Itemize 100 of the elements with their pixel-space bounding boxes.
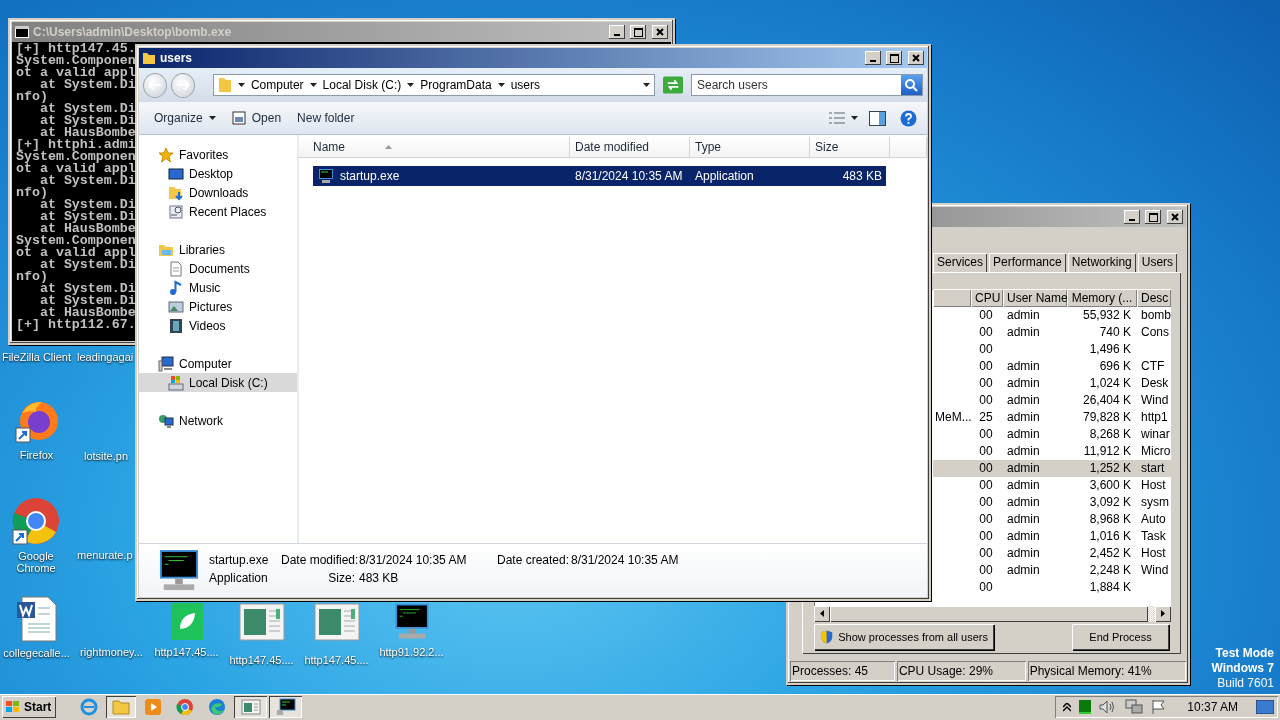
process-row[interactable]: 00 admin 8,968 K Auto <box>933 510 1171 528</box>
table-cell-text: 3,092 K <box>1088 493 1132 511</box>
process-row[interactable]: MeM... 25 admin 79,828 K http1 <box>933 408 1171 426</box>
maximize-button[interactable] <box>630 25 646 39</box>
folder-icon <box>142 51 156 65</box>
nav-item[interactable]: Favorites <box>139 145 297 164</box>
process-row[interactable]: 00 1,884 K <box>933 578 1171 596</box>
nav-item[interactable]: Videos <box>139 316 297 335</box>
table-cell-text: admin <box>1006 510 1041 528</box>
taskbar-button[interactable] <box>234 696 267 718</box>
start-button[interactable]: Start <box>2 696 56 718</box>
minimize-button[interactable] <box>1124 210 1140 224</box>
status-text: CPU Usage: 29% <box>896 661 1026 681</box>
table-cell-text: 2,248 K <box>1088 561 1132 579</box>
process-row[interactable]: 00 admin 740 K Cons <box>933 323 1171 341</box>
dropdown-caret-icon <box>642 83 650 87</box>
column-header[interactable]: Name <box>299 137 570 158</box>
search-box[interactable]: Search users <box>690 74 923 96</box>
breadcrumb-item[interactable]: Computer <box>250 78 304 92</box>
nav-item[interactable]: Music <box>139 278 297 297</box>
nav-item[interactable]: Libraries <box>139 240 297 259</box>
tab[interactable]: Users <box>1137 253 1178 272</box>
maximize-icon <box>889 53 899 63</box>
process-row[interactable]: 00 admin 3,092 K sysm <box>933 493 1171 511</box>
nav-item[interactable]: Network <box>139 411 297 430</box>
process-row[interactable]: 00 admin 11,912 K Micro <box>933 442 1171 460</box>
disk-drive-icon <box>168 374 184 391</box>
flag-icon[interactable] <box>1151 699 1168 715</box>
clock[interactable]: 10:37 AM <box>1187 700 1238 714</box>
close-button[interactable] <box>1167 210 1183 224</box>
breadcrumb-item[interactable]: Local Disk (C:) <box>322 78 402 92</box>
process-row[interactable]: 00 admin 696 K CTF <box>933 357 1171 375</box>
image-file-icon[interactable] <box>313 603 360 641</box>
tab[interactable]: Performance <box>989 253 1066 272</box>
chevron-up-icon[interactable] <box>1063 702 1072 712</box>
table-cell-text: Application <box>694 168 755 185</box>
column-header[interactable] <box>933 288 971 307</box>
process-row[interactable]: 00 admin 3,600 K Host <box>933 476 1171 494</box>
column-header[interactable]: Date modified <box>570 137 690 158</box>
column-header[interactable]: User Name <box>1003 288 1067 307</box>
tab[interactable]: Networking <box>1067 253 1136 272</box>
toolbar-button[interactable]: New folder <box>292 108 360 128</box>
show-all-processes-button[interactable]: Show processes from all users <box>814 623 994 650</box>
table-cell-text: 00 <box>978 357 994 375</box>
column-header[interactable]: Type <box>690 137 810 158</box>
column-header <box>890 137 927 158</box>
scroll-right-button[interactable] <box>1155 605 1171 622</box>
process-row[interactable]: 00 admin 2,452 K Host <box>933 544 1171 562</box>
maximize-button[interactable] <box>886 51 902 65</box>
image-file-icon[interactable] <box>238 603 285 641</box>
table-cell-text: 1,252 K <box>1088 459 1132 477</box>
close-button[interactable] <box>908 51 924 65</box>
taskbar-button[interactable] <box>106 696 136 718</box>
taskbar-button[interactable] <box>269 696 302 718</box>
nav-item[interactable]: Downloads <box>139 183 297 202</box>
toolbar-button[interactable]: Open <box>226 108 287 128</box>
minimize-button[interactable] <box>865 51 881 65</box>
process-row[interactable]: 00 admin 1,252 K start <box>933 459 1171 477</box>
left-arrow-icon <box>820 610 824 618</box>
table-cell-text: 00 <box>978 527 994 545</box>
network-icon[interactable] <box>1125 699 1144 715</box>
toolbar-button[interactable]: Organize <box>149 108 221 128</box>
end-process-button[interactable]: End Process <box>1072 623 1169 650</box>
file-row[interactable]: startup.exe 8/31/2024 10:35 AM Application 483 KB <box>313 166 886 186</box>
table-cell-text: 1,024 K <box>1088 374 1132 392</box>
nav-item[interactable]: Desktop <box>139 164 297 183</box>
column-header[interactable]: CPU <box>971 288 1003 307</box>
process-row[interactable]: 00 admin 1,024 K Desk <box>933 374 1171 392</box>
table-cell-text: 00 <box>978 476 994 494</box>
scroll-left-button[interactable] <box>814 605 830 622</box>
console-icon <box>15 26 29 38</box>
address-bar[interactable]: Computer Local Disk (C:) ProgramData users <box>212 74 655 96</box>
nav-item[interactable]: Documents <box>139 259 297 278</box>
process-row[interactable]: 00 admin 8,268 K winar <box>933 425 1171 443</box>
minimize-button[interactable] <box>609 25 625 39</box>
breadcrumb-item[interactable]: users <box>510 78 540 92</box>
process-row[interactable]: 00 1,496 K <box>933 340 1171 358</box>
leaf-file-icon[interactable] <box>169 603 204 641</box>
tab[interactable]: Services <box>933 253 987 272</box>
close-button[interactable] <box>652 25 668 39</box>
column-header[interactable]: Size <box>810 137 890 158</box>
process-row[interactable]: 00 admin 55,932 K bomb <box>933 306 1171 324</box>
nav-item[interactable]: Computer <box>139 354 297 373</box>
process-row[interactable]: 00 admin 1,016 K Task <box>933 527 1171 545</box>
table-cell-text: admin <box>1006 527 1041 545</box>
nav-item[interactable]: Recent Places <box>139 202 297 221</box>
table-cell-text: admin <box>1006 561 1041 579</box>
search-button[interactable] <box>901 75 922 95</box>
maximize-button[interactable] <box>1145 210 1161 224</box>
process-row[interactable]: 00 admin 26,404 K Wind <box>933 391 1171 409</box>
column-header[interactable]: Memory (... <box>1067 288 1137 307</box>
table-cell-text: admin <box>1006 357 1041 375</box>
nav-item[interactable]: Local Disk (C:) <box>139 373 297 392</box>
chrome-icon[interactable] <box>12 497 60 545</box>
process-row[interactable]: 00 admin 2,248 K Wind <box>933 561 1171 579</box>
breadcrumb-item[interactable]: ProgramData <box>420 78 492 92</box>
nav-item[interactable]: Pictures <box>139 297 297 316</box>
close-icon <box>912 54 920 62</box>
activity-icon[interactable] <box>1079 700 1092 714</box>
column-header[interactable]: Desc <box>1137 288 1171 307</box>
